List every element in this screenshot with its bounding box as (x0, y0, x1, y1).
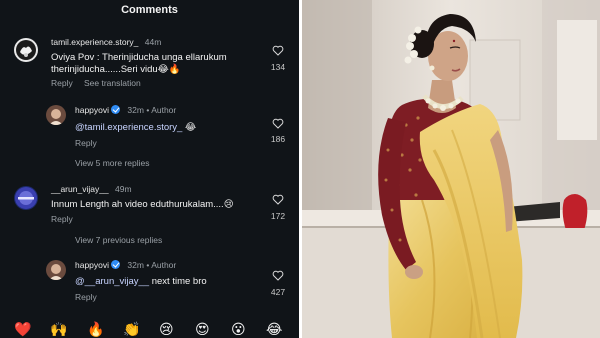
view-previous-replies-button[interactable]: View 7 previous replies (75, 235, 162, 245)
view-more-replies-button[interactable]: View 5 more replies (75, 158, 150, 168)
emoji-surprised[interactable]: 😮 (231, 320, 246, 338)
heart-outline-icon[interactable] (272, 45, 284, 56)
comment-text: @tamil.experience.story_ 😂 (75, 122, 197, 133)
comment-time: 49m (115, 184, 132, 194)
emoji-reaction-bar: ❤️ 🙌 🔥 👏 😢 😍 😮 😂 (0, 320, 299, 338)
reply-button[interactable]: Reply (51, 78, 73, 88)
comment-time: 44m (144, 37, 162, 47)
comment-username[interactable]: happyovi 32m • Author (75, 105, 176, 115)
comment-username[interactable]: happyovi 32m • Author (75, 260, 176, 270)
heart-outline-icon[interactable] (272, 270, 284, 281)
see-translation-button[interactable]: See translation (84, 78, 141, 88)
emoji-crying[interactable]: 😢 (159, 320, 174, 338)
heart-outline-icon[interactable] (272, 118, 284, 129)
author-badge: • Author (146, 105, 177, 115)
comments-panel: Comments tamil.experience.story_ 44m Ovi… (0, 0, 299, 338)
mention-link[interactable]: @tamil.experience.story_ (75, 122, 182, 133)
portrait-illustration (302, 0, 600, 338)
emoji-heart-eyes[interactable]: 😍 (195, 320, 210, 338)
author-badge: • Author (146, 260, 177, 270)
emoji-fire[interactable]: 🔥 (87, 320, 104, 338)
verified-badge-icon (111, 260, 121, 269)
like-count: 134 (270, 62, 286, 72)
emoji-heart[interactable]: ❤️ (14, 320, 31, 338)
avatar-happyovi[interactable] (46, 105, 66, 125)
comments-title: Comments (121, 4, 178, 16)
emoji-clap[interactable]: 👏 (123, 320, 140, 338)
comment-time: 32m (127, 105, 144, 115)
comment-username[interactable]: __arun_vijay__ 49m (51, 184, 132, 194)
like-count: 427 (270, 287, 286, 297)
like-count: 186 (270, 134, 286, 144)
avatar-arun-vijay[interactable] (14, 186, 38, 210)
like-count: 172 (270, 211, 286, 221)
photo-saree (302, 0, 600, 338)
reply-button[interactable]: Reply (75, 138, 97, 148)
emoji-laughing[interactable]: 😂 (266, 320, 282, 338)
comment-username[interactable]: tamil.experience.story_ 44m (51, 37, 161, 47)
reply-button[interactable]: Reply (51, 214, 73, 224)
mention-link[interactable]: @__arun_vijay__ (75, 276, 149, 287)
comment-time: 32m (127, 260, 144, 270)
verified-badge-icon (111, 105, 121, 114)
comment-text: Innum Length ah video eduthurukalam....😢 (51, 199, 234, 210)
emoji-raised-hands[interactable]: 🙌 (50, 320, 67, 338)
avatar-happyovi[interactable] (46, 260, 66, 280)
heart-outline-icon[interactable] (272, 194, 284, 205)
comment-text: @__arun_vijay__ next time bro (75, 276, 207, 287)
comment-text-line2: therinjiducha......Seri vidu😂🔥 (51, 64, 181, 75)
avatar-tamil-experience[interactable] (14, 38, 38, 62)
reply-button[interactable]: Reply (75, 292, 97, 302)
